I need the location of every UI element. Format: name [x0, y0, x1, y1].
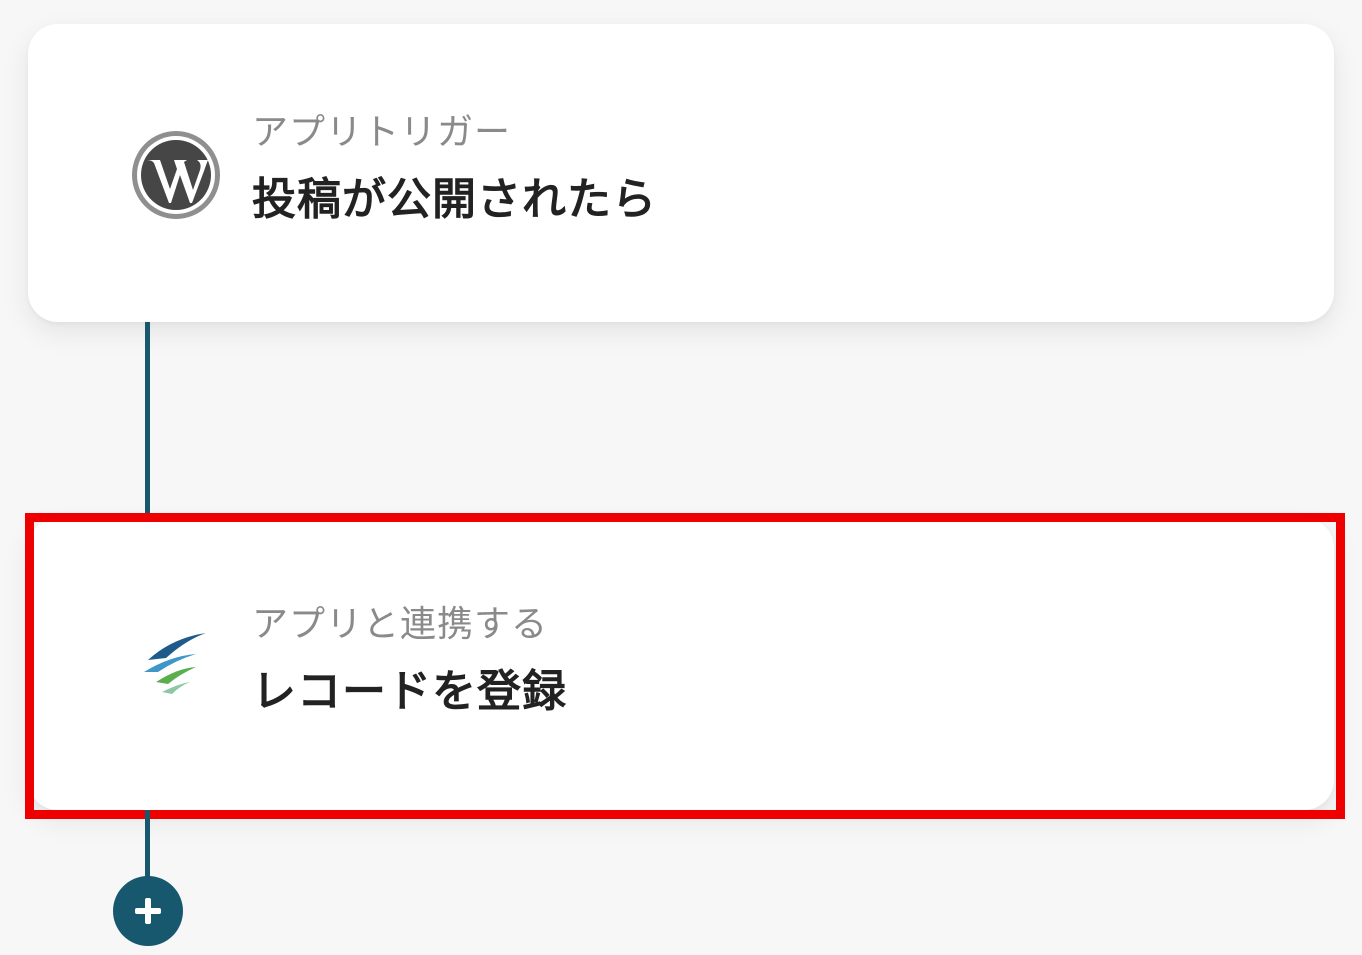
trigger-step-card[interactable]: アプリトリガー 投稿が公開されたら — [28, 24, 1334, 322]
flow-connector-line — [145, 810, 150, 882]
add-step-button[interactable] — [113, 876, 183, 946]
kintone-icon — [134, 620, 218, 704]
step-type-label: アプリと連携する — [252, 604, 549, 645]
action-step-card[interactable]: アプリと連携する レコードを登録 — [28, 518, 1334, 810]
step-title: レコードを登録 — [252, 666, 567, 717]
step-title: 投稿が公開されたら — [252, 174, 657, 225]
plus-icon — [135, 898, 161, 924]
wordpress-icon — [130, 129, 222, 221]
step-type-label: アプリトリガー — [252, 112, 512, 153]
action-step-text: アプリと連携する レコードを登録 — [252, 600, 567, 722]
trigger-step-text: アプリトリガー 投稿が公開されたら — [252, 108, 657, 230]
flow-connector-line — [145, 322, 150, 518]
